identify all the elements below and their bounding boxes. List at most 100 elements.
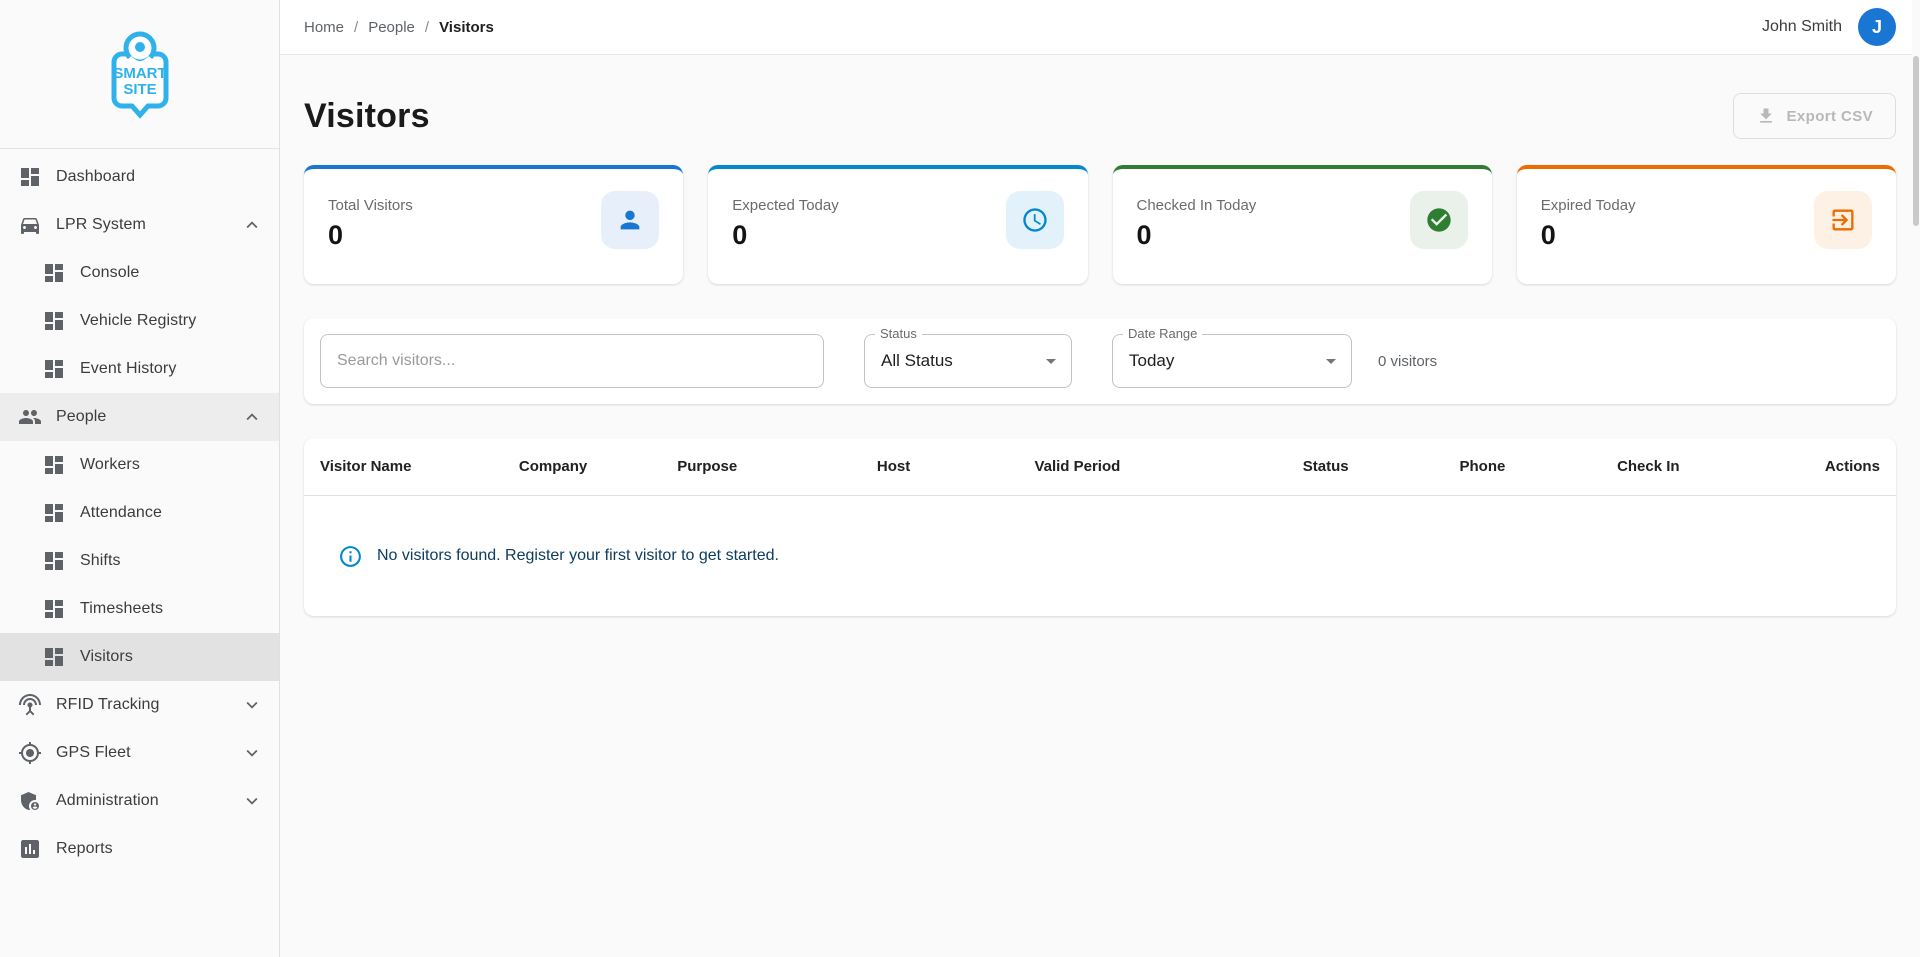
stat-value: 0	[1137, 220, 1257, 251]
clock-icon	[1006, 191, 1064, 249]
sidebar-item-attendance[interactable]: Attendance	[0, 489, 279, 537]
stat-value: 0	[732, 220, 838, 251]
column-header-check-in: Check In	[1617, 458, 1773, 475]
stat-label: Expected Today	[732, 197, 838, 214]
visitor-count: 0 visitors	[1378, 353, 1437, 370]
status-select[interactable]: Status All Status	[864, 334, 1072, 388]
dashboard-icon	[42, 309, 66, 333]
sidebar-item-vehicle-registry[interactable]: Vehicle Registry	[0, 297, 279, 345]
sidebar-item-lpr-system[interactable]: LPR System	[0, 201, 279, 249]
sidebar-item-label: Shifts	[80, 552, 279, 570]
sidebar-item-label: Workers	[80, 456, 279, 474]
admin-shield-icon	[18, 789, 42, 813]
people-icon	[18, 405, 42, 429]
filter-bar: Status All Status Date Range Today 0 vis…	[304, 318, 1896, 404]
dropdown-arrow-icon	[1319, 349, 1343, 373]
download-icon	[1756, 106, 1776, 126]
chevron-up-icon	[241, 406, 263, 428]
sidebar: SMART SITE Dashboard LPR System Console …	[0, 0, 280, 957]
sidebar-item-timesheets[interactable]: Timesheets	[0, 585, 279, 633]
stat-cards: Total Visitors 0 Expected Today 0	[304, 165, 1896, 284]
sidebar-item-event-history[interactable]: Event History	[0, 345, 279, 393]
sidebar-item-label: Dashboard	[56, 168, 279, 186]
sidebar-item-administration[interactable]: Administration	[0, 777, 279, 825]
search-input[interactable]	[320, 334, 824, 388]
breadcrumb-separator: /	[425, 19, 429, 36]
dashboard-icon	[42, 453, 66, 477]
status-select-label: Status	[875, 326, 922, 341]
sidebar-item-label: LPR System	[56, 216, 241, 234]
page-header: Visitors Export CSV	[304, 93, 1896, 139]
sidebar-item-label: Event History	[80, 360, 279, 378]
sidebar-item-label: Vehicle Registry	[80, 312, 279, 330]
sidebar-item-shifts[interactable]: Shifts	[0, 537, 279, 585]
sidebar-item-label: Administration	[56, 792, 241, 810]
svg-text:SMART: SMART	[113, 65, 166, 82]
top-bar: Home / People / Visitors John Smith J	[280, 0, 1920, 55]
export-csv-label: Export CSV	[1786, 108, 1873, 125]
breadcrumb-separator: /	[354, 19, 358, 36]
column-header-status: Status	[1303, 458, 1460, 475]
sidebar-item-label: Reports	[56, 840, 279, 858]
sidebar-item-workers[interactable]: Workers	[0, 441, 279, 489]
sidebar-item-dashboard[interactable]: Dashboard	[0, 153, 279, 201]
sidebar-item-label: RFID Tracking	[56, 696, 241, 714]
date-range-select-value: Today	[1129, 351, 1174, 371]
column-header-company: Company	[519, 458, 677, 475]
sidebar-item-label: People	[56, 408, 241, 426]
sidebar-item-label: GPS Fleet	[56, 744, 241, 762]
sidebar-item-label: Timesheets	[80, 600, 279, 618]
chevron-down-icon	[241, 694, 263, 716]
user-name: John Smith	[1762, 18, 1842, 36]
app-root: SMART SITE Dashboard LPR System Console …	[0, 0, 1920, 957]
column-header-purpose: Purpose	[677, 458, 877, 475]
empty-state-row: No visitors found. Register your first v…	[304, 496, 1896, 616]
sidebar-nav: Dashboard LPR System Console Vehicle Reg…	[0, 149, 279, 873]
breadcrumb-home[interactable]: Home	[304, 19, 344, 36]
dashboard-icon	[42, 549, 66, 573]
sidebar-item-label: Attendance	[80, 504, 279, 522]
date-range-select[interactable]: Date Range Today	[1112, 334, 1352, 388]
visitors-table: Visitor Name Company Purpose Host Valid …	[304, 438, 1896, 616]
dashboard-icon	[42, 501, 66, 525]
sidebar-item-label: Visitors	[80, 648, 279, 666]
antenna-icon	[18, 693, 42, 717]
stat-card-checked-in-today: Checked In Today 0	[1113, 165, 1492, 284]
table-header-row: Visitor Name Company Purpose Host Valid …	[304, 438, 1896, 496]
column-header-visitor-name: Visitor Name	[320, 458, 519, 475]
sidebar-item-people[interactable]: People	[0, 393, 279, 441]
empty-state-message: No visitors found. Register your first v…	[377, 547, 779, 565]
info-icon	[338, 544, 363, 569]
sidebar-item-label: Console	[80, 264, 279, 282]
chevron-down-icon	[241, 790, 263, 812]
topbar-user-section: John Smith J	[1762, 8, 1896, 46]
exit-icon	[1814, 191, 1872, 249]
dashboard-icon	[42, 645, 66, 669]
person-icon	[601, 191, 659, 249]
stat-card-total-visitors: Total Visitors 0	[304, 165, 683, 284]
stat-label: Total Visitors	[328, 197, 413, 214]
page-title: Visitors	[304, 97, 430, 136]
column-header-actions: Actions	[1773, 458, 1880, 475]
sidebar-item-gps-fleet[interactable]: GPS Fleet	[0, 729, 279, 777]
sidebar-item-visitors[interactable]: Visitors	[0, 633, 279, 681]
sidebar-item-reports[interactable]: Reports	[0, 825, 279, 873]
app-logo: SMART SITE	[0, 0, 279, 149]
stat-label: Checked In Today	[1137, 197, 1257, 214]
export-csv-button[interactable]: Export CSV	[1733, 93, 1896, 139]
smart-site-logo-icon: SMART SITE	[92, 26, 188, 122]
dashboard-icon	[42, 357, 66, 381]
sidebar-item-console[interactable]: Console	[0, 249, 279, 297]
stat-card-expected-today: Expected Today 0	[708, 165, 1087, 284]
stat-value: 0	[328, 220, 413, 251]
page-scrollbar[interactable]	[1912, 0, 1920, 957]
breadcrumb: Home / People / Visitors	[304, 19, 494, 36]
column-header-host: Host	[877, 458, 1035, 475]
sidebar-item-rfid-tracking[interactable]: RFID Tracking	[0, 681, 279, 729]
avatar[interactable]: J	[1858, 8, 1896, 46]
breadcrumb-people[interactable]: People	[368, 19, 415, 36]
stat-card-expired-today: Expired Today 0	[1517, 165, 1896, 284]
scrollbar-thumb[interactable]	[1913, 56, 1919, 226]
date-range-select-label: Date Range	[1123, 326, 1202, 341]
bar-chart-icon	[18, 837, 42, 861]
